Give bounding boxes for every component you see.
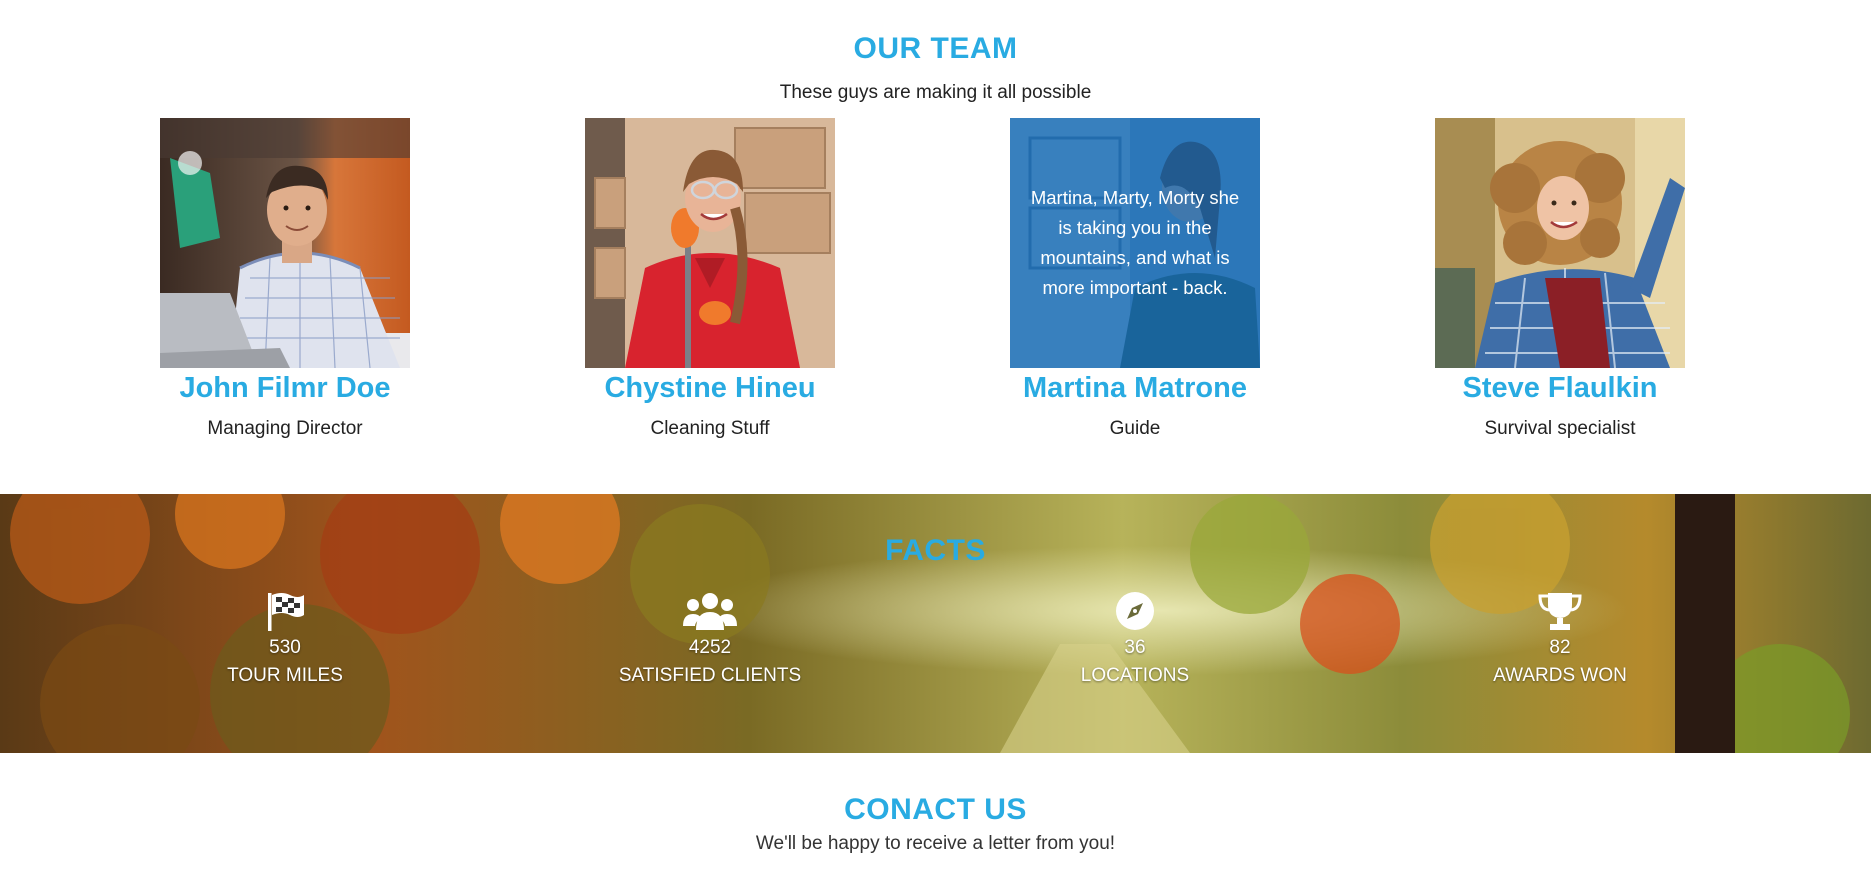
contact-section: CONACT US We'll be happy to receive a le… [0, 753, 1871, 870]
users-group-icon [585, 590, 835, 632]
fact-value: 530 [269, 637, 301, 658]
member-name: Steve Flaulkin [1462, 372, 1658, 404]
fact-label: AWARDS WON [1493, 665, 1627, 686]
member-role: Survival specialist [1484, 418, 1636, 439]
team-member-card: Chystine Hineu Cleaning Stuff [585, 118, 835, 440]
contact-title: CONACT US [844, 793, 1027, 826]
fact-value: 82 [1549, 637, 1571, 658]
contact-subtitle: We'll be happy to receive a letter from … [755, 833, 1116, 854]
fact-item: 82 AWARDS WON [1435, 590, 1685, 688]
fact-value: 36 [1124, 637, 1146, 658]
fact-item: 530 TOUR MILES [160, 590, 410, 688]
team-subtitle: These guys are making it all possible [779, 82, 1092, 103]
member-name: John Filmr Doe [179, 372, 391, 404]
member-photo [585, 118, 835, 368]
member-photo [160, 118, 410, 368]
team-member-card[interactable]: Martina, Marty, Morty she is taking you … [1010, 118, 1260, 440]
facts-title: FACTS [885, 534, 986, 567]
team-title: OUR TEAM [853, 32, 1018, 65]
member-role: Cleaning Stuff [650, 418, 770, 439]
member-name: Martina Matrone [1023, 372, 1247, 404]
team-member-card: John Filmr Doe Managing Director [160, 118, 410, 440]
compass-icon [1010, 590, 1260, 632]
checkered-flag-icon [160, 590, 410, 632]
member-photo: Martina, Marty, Morty she is taking you … [1010, 118, 1260, 368]
member-role: Guide [1109, 418, 1161, 439]
fact-item: 4252 SATISFIED CLIENTS [585, 590, 835, 688]
fact-label: TOUR MILES [227, 665, 343, 686]
fact-label: SATISFIED CLIENTS [618, 665, 802, 686]
member-overlay-text: Martina, Marty, Morty she is taking you … [1010, 118, 1260, 368]
trophy-icon [1435, 590, 1685, 632]
member-name: Chystine Hineu [604, 372, 816, 404]
team-member-card: Steve Flaulkin Survival specialist [1435, 118, 1685, 440]
member-photo [1435, 118, 1685, 368]
fact-value: 4252 [688, 637, 732, 658]
page: OUR TEAM These guys are making it all po… [0, 0, 1871, 870]
team-section: OUR TEAM These guys are making it all po… [0, 0, 1871, 494]
fact-label: LOCATIONS [1080, 665, 1190, 686]
facts-section: FACTS 530 TOUR MILES 4252 SATISFIED CLIE… [0, 494, 1871, 753]
member-role: Managing Director [207, 418, 363, 439]
fact-item: 36 LOCATIONS [1010, 590, 1260, 688]
